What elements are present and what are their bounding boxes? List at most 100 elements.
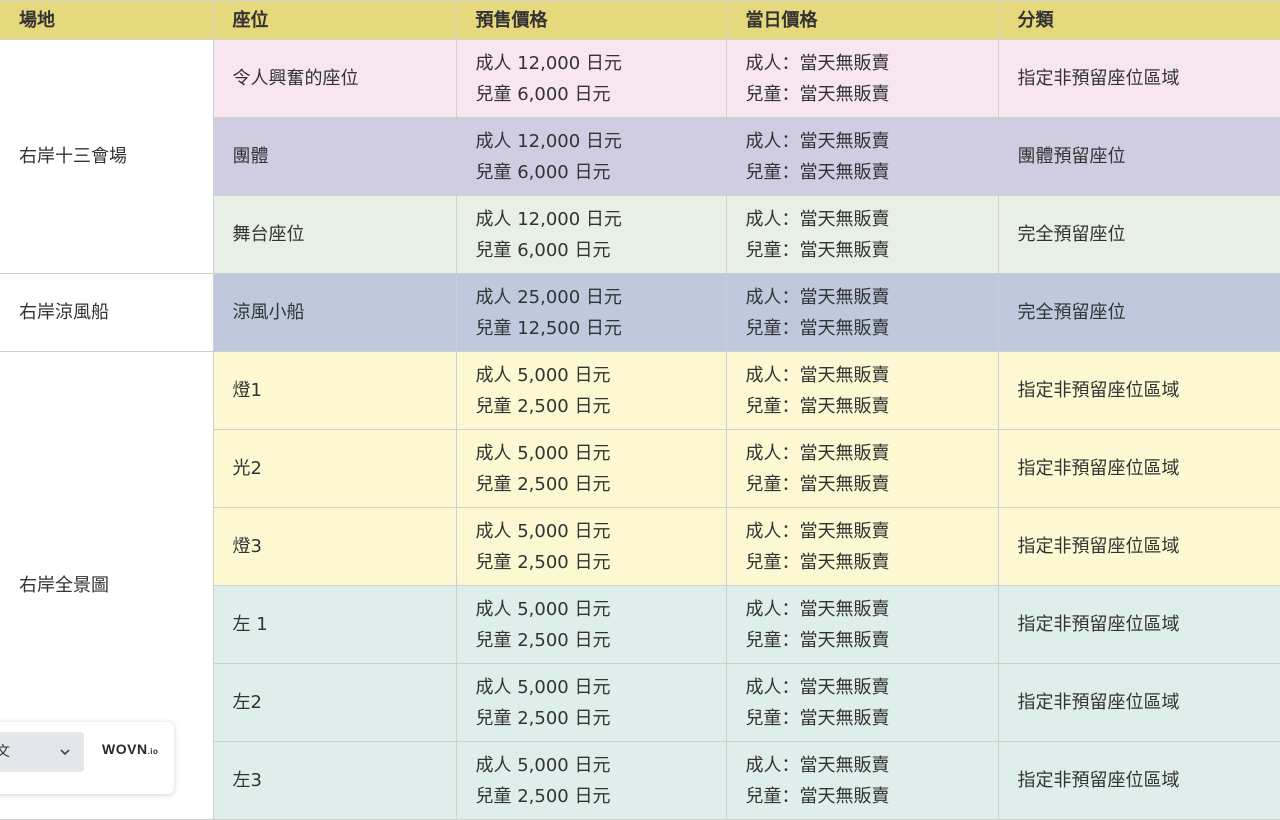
child-price: 兒童：當天無販賣 [745, 551, 890, 573]
presale-price-cell: 成人 5,000 日元 兒童 2,500 日元 [455, 351, 727, 430]
header-presale-price: 預售價格 [455, 0, 727, 40]
category-cell: 指定非預留座位區域 [997, 429, 1280, 508]
sameday-price-cell: 成人：當天無販賣 兒童：當天無販賣 [725, 585, 999, 664]
seat-cell: 左 1 [212, 585, 457, 664]
header-category: 分類 [997, 0, 1280, 40]
venue-cell: 右岸十三會場 [0, 39, 214, 274]
presale-price-cell: 成人 5,000 日元 兒童 2,500 日元 [455, 507, 727, 586]
child-price: 兒童 2,500 日元 [475, 707, 611, 729]
category-cell: 完全預留座位 [997, 195, 1280, 274]
language-switcher-widget: 文 WOVN.io [0, 722, 174, 794]
seat-cell: 左2 [212, 663, 457, 742]
child-price: 兒童 12,500 日元 [475, 317, 622, 339]
child-price: 兒童：當天無販賣 [745, 629, 890, 651]
table-row: 右岸十三會場 令人興奮的座位 成人 12,000 日元 兒童 6,000 日元 成人：當… [0, 39, 1280, 274]
adult-price: 成人 12,000 日元 [475, 208, 622, 230]
seat-cell: 令人興奮的座位 [212, 39, 457, 118]
child-price: 兒童：當天無販賣 [745, 83, 890, 105]
child-price: 兒童 2,500 日元 [475, 473, 611, 495]
category-cell: 指定非預留座位區域 [997, 507, 1280, 586]
sameday-price-cell: 成人：當天無販賣 兒童：當天無販賣 [725, 195, 999, 274]
language-select[interactable]: 文 [0, 732, 84, 772]
presale-price-cell: 成人 12,000 日元 兒童 6,000 日元 [455, 117, 727, 196]
adult-price: 成人 5,000 日元 [475, 520, 611, 542]
sameday-price-cell: 成人：當天無販賣 兒童：當天無販賣 [725, 429, 999, 508]
adult-price: 成人：當天無販賣 [745, 754, 890, 776]
selected-language: 文 [0, 744, 10, 760]
adult-price: 成人：當天無販賣 [745, 520, 890, 542]
child-price: 兒童 6,000 日元 [475, 83, 611, 105]
sameday-price-cell: 成人：當天無販賣 兒童：當天無販賣 [725, 39, 999, 118]
child-price: 兒童 2,500 日元 [475, 629, 611, 651]
child-price: 兒童：當天無販賣 [745, 473, 890, 495]
adult-price: 成人 12,000 日元 [475, 130, 622, 152]
category-cell: 指定非預留座位區域 [997, 351, 1280, 430]
adult-price: 成人 25,000 日元 [475, 286, 622, 308]
child-price: 兒童：當天無販賣 [745, 395, 890, 417]
adult-price: 成人：當天無販賣 [745, 364, 890, 386]
child-price: 兒童 2,500 日元 [475, 395, 611, 417]
seat-pricing-table: 場地 座位 預售價格 當日價格 分類 右岸十三會場 令人興奮的座位 成人 12,00… [0, 0, 1280, 820]
child-price: 兒童 2,500 日元 [475, 785, 611, 807]
presale-price-cell: 成人 12,000 日元 兒童 6,000 日元 [455, 39, 727, 118]
child-price: 兒童：當天無販賣 [745, 239, 890, 261]
table-body: 右岸十三會場 令人興奮的座位 成人 12,000 日元 兒童 6,000 日元 成人：當… [0, 39, 1280, 820]
category-cell: 指定非預留座位區域 [997, 585, 1280, 664]
category-cell: 指定非預留座位區域 [997, 663, 1280, 742]
seat-cell: 舞台座位 [212, 195, 457, 274]
table-row: 右岸全景圖 燈1 成人 5,000 日元 兒童 2,500 日元 成人：當天無販賣 兒童：… [0, 351, 1280, 820]
table-row: 右岸涼風船 涼風小船 成人 25,000 日元 兒童 12,500 日元 成人：當天無販… [0, 273, 1280, 352]
seat-cell: 團體 [212, 117, 457, 196]
table-header-row: 場地 座位 預售價格 當日價格 分類 [0, 0, 1280, 40]
sameday-price-cell: 成人：當天無販賣 兒童：當天無販賣 [725, 273, 999, 352]
adult-price: 成人：當天無販賣 [745, 208, 890, 230]
category-cell: 團體預留座位 [997, 117, 1280, 196]
seat-cell: 燈1 [212, 351, 457, 430]
child-price: 兒童：當天無販賣 [745, 317, 890, 339]
presale-price-cell: 成人 25,000 日元 兒童 12,500 日元 [455, 273, 727, 352]
category-cell: 指定非預留座位區域 [997, 741, 1280, 820]
presale-price-cell: 成人 5,000 日元 兒童 2,500 日元 [455, 741, 727, 820]
header-sameday-price: 當日價格 [725, 0, 999, 40]
adult-price: 成人 5,000 日元 [475, 598, 611, 620]
child-price: 兒童：當天無販賣 [745, 707, 890, 729]
seat-cell: 燈3 [212, 507, 457, 586]
category-cell: 完全預留座位 [997, 273, 1280, 352]
venue-cell: 右岸涼風船 [0, 273, 214, 352]
adult-price: 成人 5,000 日元 [475, 442, 611, 464]
seat-cell: 涼風小船 [212, 273, 457, 352]
header-venue: 場地 [0, 0, 214, 40]
sameday-price-cell: 成人：當天無販賣 兒童：當天無販賣 [725, 663, 999, 742]
chevron-down-icon [60, 749, 70, 756]
presale-price-cell: 成人 12,000 日元 兒童 6,000 日元 [455, 195, 727, 274]
child-price: 兒童 6,000 日元 [475, 161, 611, 183]
presale-price-cell: 成人 5,000 日元 兒童 2,500 日元 [455, 585, 727, 664]
adult-price: 成人：當天無販賣 [745, 442, 890, 464]
seat-cell: 左3 [212, 741, 457, 820]
adult-price: 成人 5,000 日元 [475, 754, 611, 776]
child-price: 兒童：當天無販賣 [745, 785, 890, 807]
presale-price-cell: 成人 5,000 日元 兒童 2,500 日元 [455, 429, 727, 508]
header-seat: 座位 [212, 0, 457, 40]
adult-price: 成人：當天無販賣 [745, 676, 890, 698]
adult-price: 成人 5,000 日元 [475, 364, 611, 386]
adult-price: 成人：當天無販賣 [745, 286, 890, 308]
child-price: 兒童：當天無販賣 [745, 161, 890, 183]
seat-cell: 光2 [212, 429, 457, 508]
presale-price-cell: 成人 5,000 日元 兒童 2,500 日元 [455, 663, 727, 742]
adult-price: 成人：當天無販賣 [745, 130, 890, 152]
wovn-brand-suffix: .io [147, 747, 159, 756]
child-price: 兒童 2,500 日元 [475, 551, 611, 573]
adult-price: 成人 5,000 日元 [475, 676, 611, 698]
category-cell: 指定非預留座位區域 [997, 39, 1280, 118]
adult-price: 成人 12,000 日元 [475, 52, 622, 74]
sameday-price-cell: 成人：當天無販賣 兒童：當天無販賣 [725, 117, 999, 196]
adult-price: 成人：當天無販賣 [745, 52, 890, 74]
wovn-brand: WOVN [102, 741, 148, 757]
child-price: 兒童 6,000 日元 [475, 239, 611, 261]
sameday-price-cell: 成人：當天無販賣 兒童：當天無販賣 [725, 351, 999, 430]
adult-price: 成人：當天無販賣 [745, 598, 890, 620]
sameday-price-cell: 成人：當天無販賣 兒童：當天無販賣 [725, 507, 999, 586]
sameday-price-cell: 成人：當天無販賣 兒童：當天無販賣 [725, 741, 999, 820]
wovn-logo[interactable]: WOVN.io [102, 741, 158, 757]
